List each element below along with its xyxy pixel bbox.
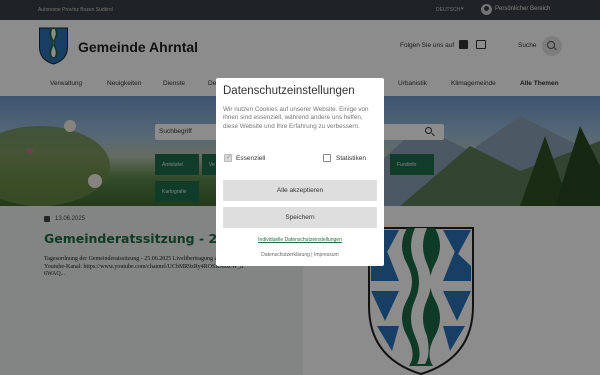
dialog-description: Wir nutzen Cookies auf unserer Website. … — [223, 106, 369, 130]
dialog-title: Datenschutzeinstellungen — [223, 85, 355, 97]
statistics-label[interactable]: Statistiken — [336, 155, 366, 162]
essential-checkbox — [224, 153, 232, 162]
statistics-checkbox[interactable] — [323, 154, 331, 162]
save-button[interactable]: Speichern — [223, 207, 377, 228]
essential-label: Essenziell — [236, 155, 266, 162]
accept-all-button[interactable]: Alle akzeptieren — [223, 180, 377, 201]
privacy-imprint-links[interactable]: Datenschutzerklärung | Impressum — [216, 252, 384, 258]
cookie-consent-dialog: Datenschutzeinstellungen Wir nutzen Cook… — [216, 78, 384, 266]
individual-settings-link[interactable]: Individuelle Datenschutzeinstellungen — [216, 237, 384, 243]
